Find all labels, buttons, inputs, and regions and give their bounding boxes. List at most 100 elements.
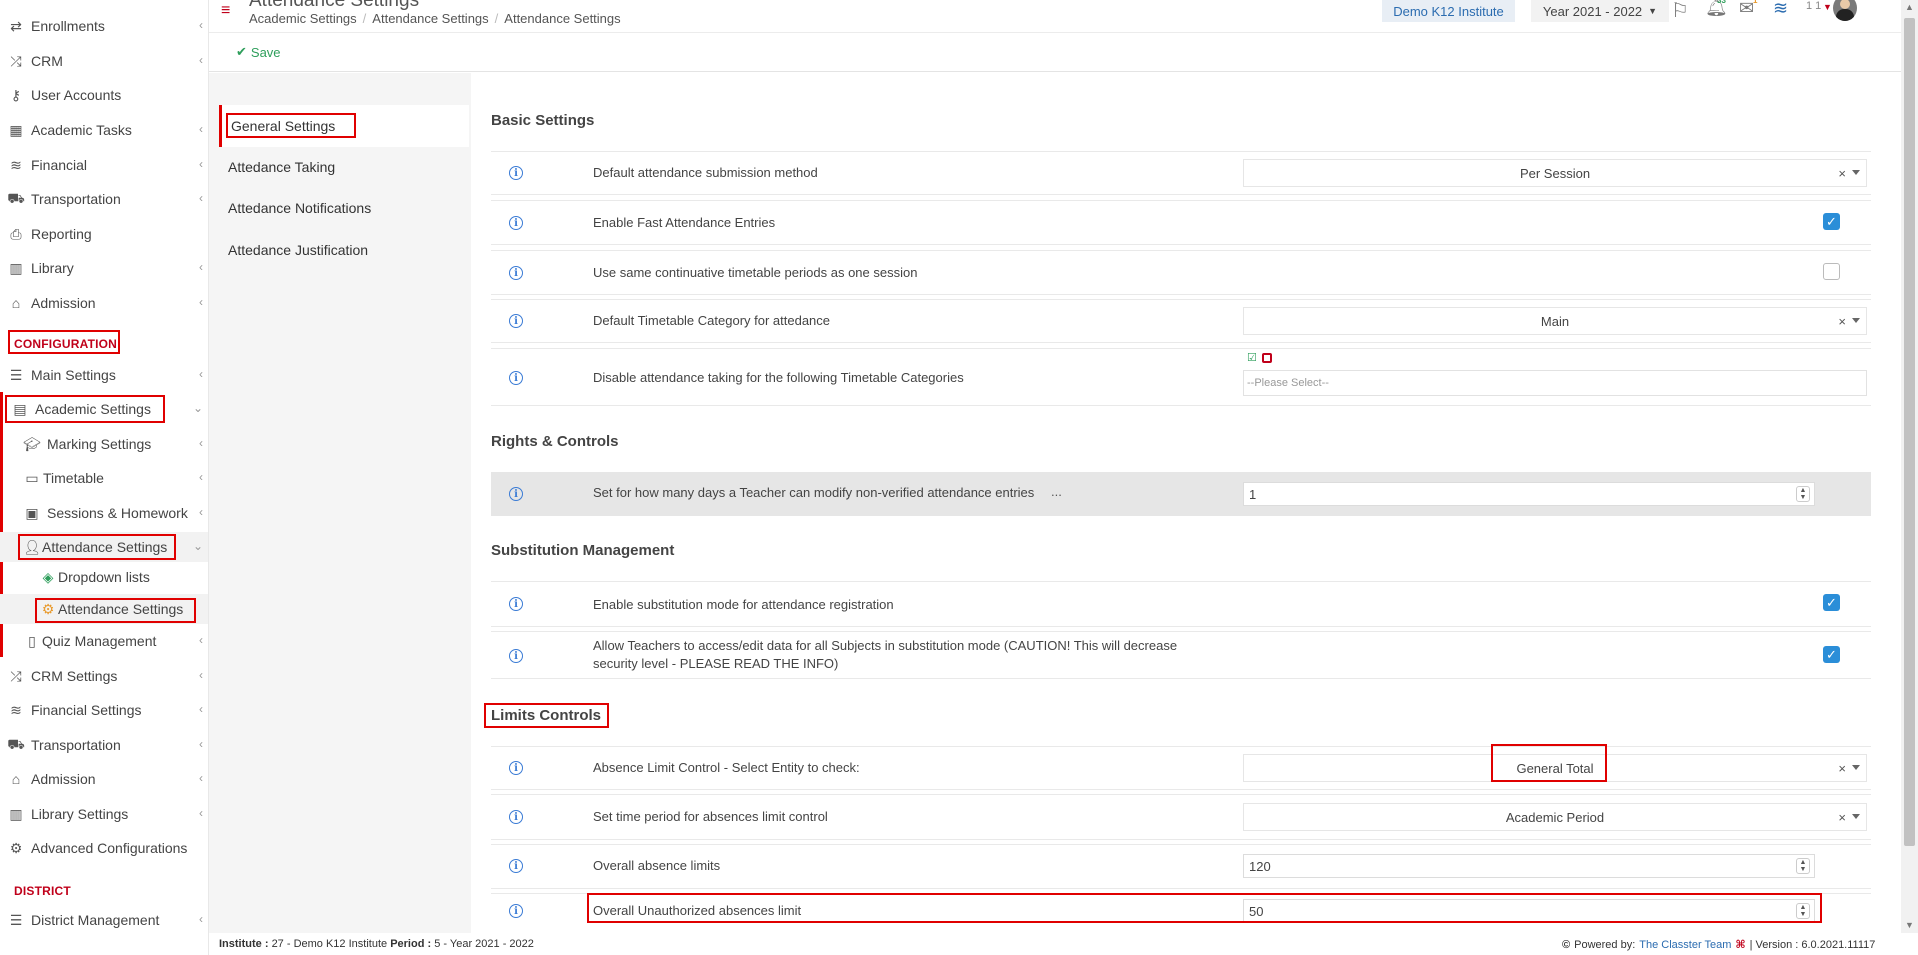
teachers-access-checkbox[interactable]: ✓ — [1823, 646, 1840, 663]
sidebar-item-dropdown-lists[interactable]: ◈ Dropdown lists — [0, 562, 208, 592]
input-value: 1 — [1249, 486, 1257, 502]
more-ellipsis[interactable]: ... — [1051, 484, 1062, 499]
breadcrumb-item[interactable]: Attendance Settings — [372, 11, 488, 26]
select-all-icon[interactable]: ☑ — [1247, 351, 1257, 364]
sidebar-item-attendance-settings-active[interactable]: ⚙ Attendance Settings — [0, 594, 208, 624]
sidebar-item-crm[interactable]: ⤮ CRM ‹ — [0, 46, 208, 76]
setting-label: Allow Teachers to access/edit data for a… — [593, 637, 1177, 673]
chevron-left-icon: ‹ — [199, 505, 203, 519]
sidebar-item-admission-settings[interactable]: ⌂ Admission ‹ — [0, 764, 208, 794]
avatar[interactable] — [1833, 0, 1857, 21]
sidebar-item-timetable[interactable]: ▭ Timetable ‹ — [0, 463, 208, 493]
sidebar-item-financial-settings[interactable]: ≋ Financial Settings ‹ — [0, 695, 208, 725]
unauthorized-limit-input[interactable]: 50 ▲ ▼ — [1243, 899, 1815, 923]
spinner-icon[interactable]: ▲ ▼ — [1796, 486, 1810, 502]
settings-panel: Basic Settings i Default attendance subm… — [471, 73, 1901, 933]
clear-icon[interactable]: × — [1838, 810, 1846, 825]
chevron-left-icon: ‹ — [199, 737, 203, 751]
tab-attendance-notifications[interactable]: Attedance Notifications — [219, 187, 469, 229]
info-icon[interactable]: i — [509, 597, 523, 611]
coins-icon: ≋ — [10, 156, 22, 173]
sidebar-item-label: Library — [31, 260, 74, 276]
scroll-down-icon[interactable]: ▼ — [1905, 920, 1914, 930]
tab-general-settings[interactable]: General Settings — [219, 105, 469, 147]
sidebar-item-label: Attendance Settings — [42, 539, 168, 555]
sidebar-item-advanced-configurations[interactable]: ⚙ Advanced Configurations — [0, 833, 208, 863]
sidebar-item-label: Academic Settings — [35, 401, 151, 417]
clear-icon[interactable]: × — [1838, 166, 1846, 181]
submission-method-select[interactable]: Per Session × — [1243, 159, 1867, 187]
substitution-mode-checkbox[interactable]: ✓ — [1823, 594, 1840, 611]
caret-down-icon[interactable]: ▼ — [1823, 2, 1832, 12]
footer-powered-label: Powered by: — [1574, 938, 1636, 951]
sidebar-item-attendance-settings[interactable]: 👤︎ Attendance Settings ⌄ — [0, 532, 208, 562]
chevron-left-icon: ‹ — [199, 157, 203, 171]
info-icon[interactable]: i — [509, 314, 523, 328]
clear-icon[interactable]: × — [1838, 761, 1846, 776]
sidebar-item-label: Marking Settings — [47, 436, 152, 452]
timetable-category-select[interactable]: Main × — [1243, 307, 1867, 335]
flag-icon[interactable]: ⚐ — [1671, 0, 1689, 23]
save-button[interactable]: ✔ Save — [236, 44, 281, 60]
time-period-select[interactable]: Academic Period × — [1243, 803, 1867, 831]
info-icon[interactable]: i — [509, 649, 523, 663]
sidebar-item-academic-tasks[interactable]: ▦ Academic Tasks ‹ — [0, 115, 208, 145]
sidebar-item-label: Transportation — [31, 191, 121, 207]
disable-categories-multiselect[interactable]: --Please Select-- — [1243, 370, 1867, 396]
input-value: 50 — [1249, 903, 1264, 919]
info-icon[interactable]: i — [509, 216, 523, 230]
deselect-all-icon[interactable] — [1262, 353, 1272, 363]
sidebar-item-quiz-management[interactable]: ▯ Quiz Management ‹ — [0, 626, 208, 656]
info-icon[interactable]: i — [509, 371, 523, 385]
info-icon[interactable]: i — [509, 761, 523, 775]
envelope-icon[interactable]: ✉ — [1739, 0, 1754, 19]
sidebar-item-main-settings[interactable]: ☰ Main Settings ‹ — [0, 360, 208, 390]
clear-icon[interactable]: × — [1838, 314, 1846, 329]
scroll-up-icon[interactable]: ▲ — [1905, 2, 1914, 12]
sidebar-item-admission[interactable]: ⌂ Admission ‹ — [0, 288, 208, 318]
spinner-icon[interactable]: ▲ ▼ — [1796, 858, 1810, 874]
year-select[interactable]: Year 2021 - 2022 ▼ — [1531, 0, 1669, 22]
sidebar-item-marking-settings[interactable]: 🎓︎ Marking Settings ‹ — [0, 429, 208, 459]
page-scrollbar[interactable]: ▲ ▼ — [1901, 0, 1918, 933]
scrollbar-thumb[interactable] — [1904, 18, 1915, 846]
info-icon[interactable]: i — [509, 859, 523, 873]
absence-entity-select[interactable]: General Total × — [1243, 754, 1867, 782]
caret-down-icon — [1852, 765, 1860, 770]
sidebar-item-academic-settings[interactable]: ▤ Academic Settings ⌄ — [0, 394, 208, 424]
tab-attendance-taking[interactable]: Attedance Taking — [219, 146, 469, 188]
fast-entries-checkbox[interactable]: ✓ — [1823, 213, 1840, 230]
chevron-left-icon: ‹ — [199, 18, 203, 32]
sidebar-item-library-settings[interactable]: ▥ Library Settings ‹ — [0, 799, 208, 829]
overall-limits-input[interactable]: 120 ▲ ▼ — [1243, 854, 1815, 878]
sidebar-item-sessions-homework[interactable]: ▣ Sessions & Homework ‹ — [0, 498, 208, 528]
sidebar-item-user-accounts[interactable]: ⚷ User Accounts — [0, 80, 208, 110]
check-icon: ✔ — [236, 44, 247, 59]
sidebar-item-reporting[interactable]: ⎙ Reporting — [0, 219, 208, 249]
setting-row-absence-entity: i Absence Limit Control - Select Entity … — [491, 744, 1871, 790]
sidebar-item-crm-settings[interactable]: ⤮ CRM Settings ‹ — [0, 661, 208, 691]
info-icon[interactable]: i — [509, 904, 523, 918]
sidebar-item-enrollments[interactable]: ⇄ Enrollments ‹ — [0, 11, 208, 41]
tab-attendance-justification[interactable]: Attedance Justification — [219, 229, 469, 271]
setting-label: Set time period for absences limit contr… — [593, 809, 828, 824]
graduation-cap-icon: 🎓︎ — [23, 435, 41, 452]
continuative-checkbox[interactable] — [1823, 263, 1840, 280]
sidebar-item-transportation[interactable]: ⛟ Transportation ‹ — [0, 184, 208, 214]
stack-icon[interactable]: ≋ — [1773, 0, 1788, 19]
sidebar-item-district-management[interactable]: ☰ District Management ‹ — [0, 905, 208, 935]
hamburger-menu-icon[interactable]: ≡ — [221, 2, 230, 20]
sidebar-item-library[interactable]: ▥ Library ‹ — [0, 253, 208, 283]
footer-team-link[interactable]: The Classter Team — [1639, 939, 1731, 951]
info-icon[interactable]: i — [509, 166, 523, 180]
user-initials[interactable]: 1 1 — [1806, 0, 1821, 12]
spinner-icon[interactable]: ▲ ▼ — [1796, 903, 1810, 919]
breadcrumb-item[interactable]: Academic Settings — [249, 11, 357, 26]
sidebar-item-financial[interactable]: ≋ Financial ‹ — [0, 150, 208, 180]
info-icon[interactable]: i — [509, 487, 523, 501]
sidebar-item-transportation-settings[interactable]: ⛟ Transportation ‹ — [0, 730, 208, 760]
info-icon[interactable]: i — [509, 810, 523, 824]
institute-button[interactable]: Demo K12 Institute — [1382, 0, 1515, 22]
info-icon[interactable]: i — [509, 266, 523, 280]
modify-days-input[interactable]: 1 ▲ ▼ — [1243, 482, 1815, 506]
